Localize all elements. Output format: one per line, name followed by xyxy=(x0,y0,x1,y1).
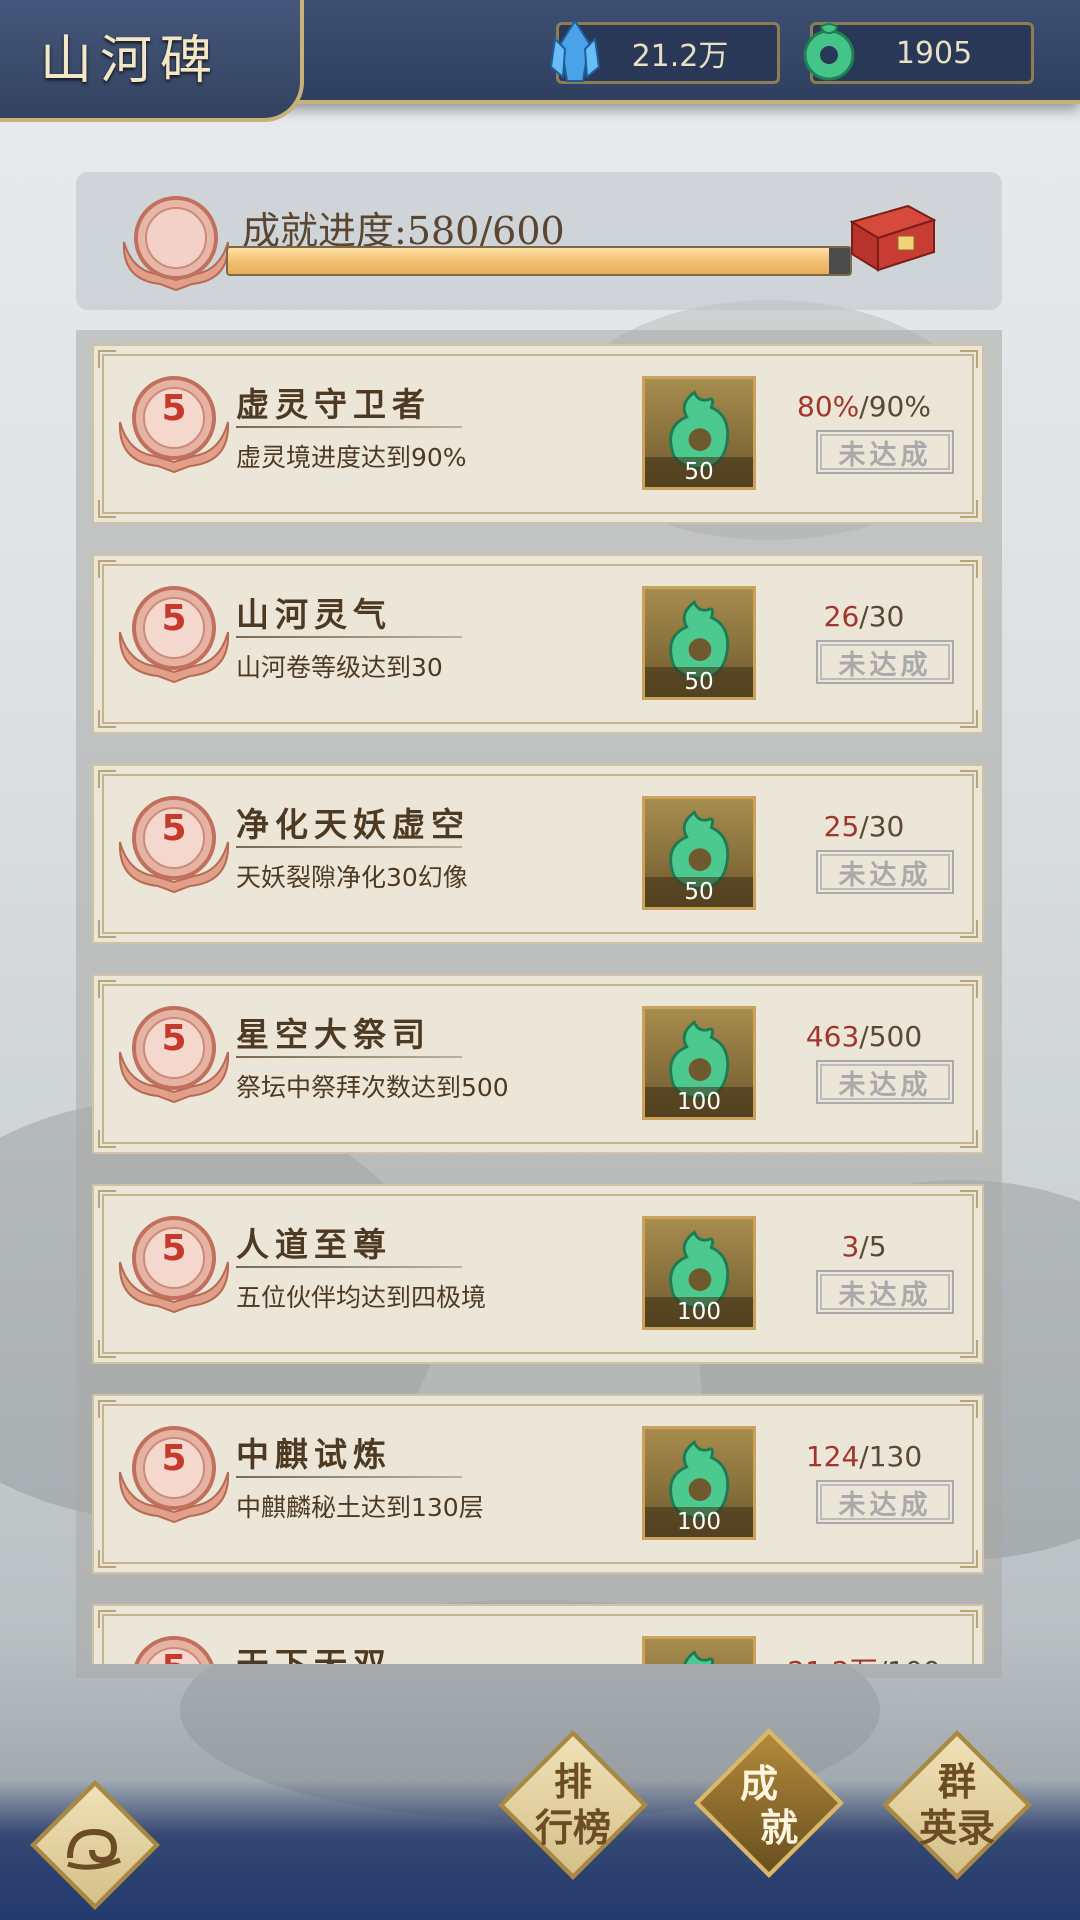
achievement-progress: 26/30 xyxy=(784,600,944,633)
achievement-desc: 中麒麟秘土达到130层 xyxy=(236,1493,484,1522)
crystal-counter[interactable]: 21.2万 xyxy=(549,19,780,84)
achievement-card[interactable]: 5 中麒试炼 中麒麟秘土达到130层 100 124/130 未达成 xyxy=(92,1394,984,1574)
level-number: 5 xyxy=(114,1648,234,1664)
reward-item[interactable] xyxy=(642,1636,756,1664)
tab-achievement[interactable]: 成 就 xyxy=(694,1728,844,1878)
progress-current: 3 xyxy=(841,1230,860,1263)
progress-target: /130 xyxy=(859,1440,923,1473)
progress-bar xyxy=(226,246,852,276)
title-plate: 山河碑 xyxy=(0,0,304,122)
achievement-title: 净化天妖虚空 xyxy=(236,805,470,844)
jade-dragon-icon xyxy=(683,1650,714,1664)
tab-rank-label-2: 行榜 xyxy=(534,1805,611,1850)
reward-count: 50 xyxy=(645,457,753,487)
progress-target: /30 xyxy=(859,810,905,843)
achievement-progress: 25/30 xyxy=(784,810,944,843)
achievement-title: 中麒试炼 xyxy=(236,1435,392,1474)
reward-count: 50 xyxy=(645,667,753,697)
achievement-card[interactable]: 5 天下无双 21.2万/100万 xyxy=(92,1604,984,1664)
level-number: 5 xyxy=(161,1228,187,1269)
progress-current: 463 xyxy=(805,1020,860,1053)
achievement-list[interactable]: 5 虚灵守卫者 虚灵境进度达到90% 50 80%/90% 未达成 5 山河灵气… xyxy=(92,344,988,1664)
tab-rank-label-1: 排 xyxy=(553,1759,592,1804)
status-stamp: 未达成 xyxy=(816,1480,954,1524)
treasure-chest-icon[interactable] xyxy=(846,198,938,274)
progress-target: /30 xyxy=(859,600,905,633)
status-stamp: 未达成 xyxy=(816,1270,954,1314)
achievement-title: 星空大祭司 xyxy=(236,1015,431,1054)
jade-amount: 1905 xyxy=(895,35,973,71)
crystal-icon xyxy=(549,19,601,82)
achievement-card[interactable]: 5 净化天妖虚空 天妖裂隙净化30幻像 50 25/30 未达成 xyxy=(92,764,984,944)
progress-target: /90% xyxy=(859,390,931,423)
achievement-title: 人道至尊 xyxy=(236,1225,392,1264)
status-stamp: 未达成 xyxy=(816,1060,954,1104)
achievement-desc: 五位伙伴均达到四极境 xyxy=(236,1283,487,1312)
tab-achievement-label-2: 就 xyxy=(759,1805,798,1850)
achievement-desc: 山河卷等级达到30 xyxy=(236,653,443,682)
achievement-progress: 21.2万/100万 xyxy=(784,1650,944,1664)
progress-target: /500 xyxy=(859,1020,923,1053)
status-stamp: 未达成 xyxy=(816,850,954,894)
reward-item[interactable]: 50 xyxy=(642,586,756,700)
status-stamp: 未达成 xyxy=(816,430,954,474)
jade-coin-icon xyxy=(803,23,855,81)
achievement-desc: 虚灵境进度达到90% xyxy=(236,443,467,472)
achievement-medal-icon xyxy=(122,196,230,292)
tab-achievement-label-1: 成 xyxy=(739,1761,778,1806)
level-number: 5 xyxy=(161,1438,187,1479)
tab-heroes-label-1: 群 xyxy=(937,1759,976,1804)
level-number: 5 xyxy=(161,598,187,639)
progress-current: 25 xyxy=(823,810,860,843)
reward-count: 100 xyxy=(645,1087,753,1117)
achievement-desc: 祭坛中祭拜次数达到500 xyxy=(236,1073,509,1102)
tab-rank[interactable]: 排 行榜 xyxy=(498,1730,648,1880)
achievement-progress: 3/5 xyxy=(784,1230,944,1263)
achievement-card[interactable]: 5 人道至尊 五位伙伴均达到四极境 100 3/5 未达成 xyxy=(92,1184,984,1364)
achievement-title: 虚灵守卫者 xyxy=(236,385,431,424)
tab-heroes-label-2: 英录 xyxy=(918,1805,995,1850)
reward-item[interactable]: 50 xyxy=(642,796,756,910)
achievement-progress: 124/130 xyxy=(784,1440,944,1473)
crystal-amount: 21.2万 xyxy=(631,39,729,74)
achievement-title: 山河灵气 xyxy=(236,595,392,634)
reward-count: 100 xyxy=(645,1297,753,1327)
level-number: 5 xyxy=(161,1018,187,1059)
jade-counter[interactable]: 1905 xyxy=(803,22,1034,84)
achievement-card[interactable]: 5 山河灵气 山河卷等级达到30 50 26/30 未达成 xyxy=(92,554,984,734)
reward-item[interactable]: 100 xyxy=(642,1426,756,1540)
achievement-progress: 463/500 xyxy=(784,1020,944,1053)
cloud-swirl-icon xyxy=(67,1828,121,1870)
progress-bar-fill xyxy=(228,248,830,274)
achievement-desc: 天妖裂隙净化30幻像 xyxy=(236,863,468,892)
achievement-card[interactable]: 5 星空大祭司 祭坛中祭拜次数达到500 100 463/500 未达成 xyxy=(92,974,984,1154)
reward-item[interactable]: 100 xyxy=(642,1006,756,1120)
status-stamp: 未达成 xyxy=(816,640,954,684)
achievement-progress: 80%/90% xyxy=(784,390,944,423)
progress-target: /5 xyxy=(859,1230,887,1263)
achievement-card[interactable]: 5 虚灵守卫者 虚灵境进度达到90% 50 80%/90% 未达成 xyxy=(92,344,984,524)
reward-item[interactable]: 100 xyxy=(642,1216,756,1330)
reward-item[interactable]: 50 xyxy=(642,376,756,490)
progress-current: 26 xyxy=(823,600,860,633)
page-title: 山河碑 xyxy=(40,31,221,91)
achievement-title: 天下无双 xyxy=(236,1638,392,1664)
level-number: 5 xyxy=(161,388,187,429)
back-button[interactable] xyxy=(30,1780,160,1910)
reward-count: 100 xyxy=(645,1507,753,1537)
level-number: 5 xyxy=(161,808,187,849)
progress-current: 21.2万 xyxy=(787,1655,877,1664)
progress-current: 80% xyxy=(797,390,860,423)
reward-count: 50 xyxy=(645,877,753,907)
progress-current: 124 xyxy=(805,1440,860,1473)
tab-heroes[interactable]: 群 英录 xyxy=(882,1730,1032,1880)
